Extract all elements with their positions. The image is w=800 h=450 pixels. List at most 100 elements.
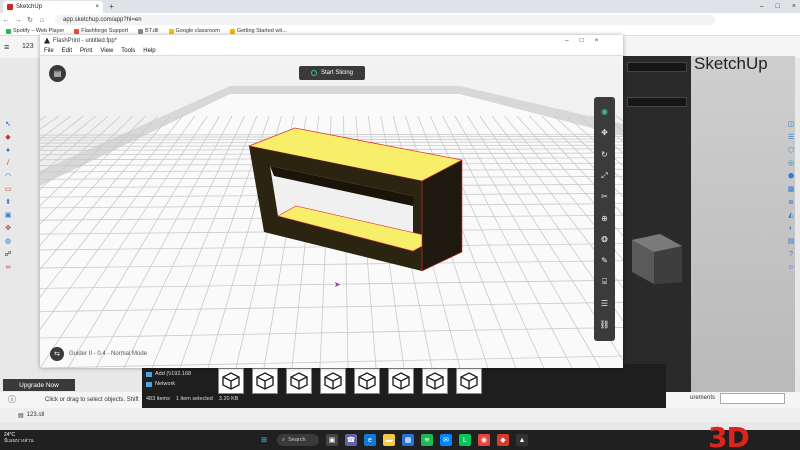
stl-file-thumbnail[interactable] [218, 368, 244, 394]
file-name[interactable]: 123.stl [27, 412, 45, 418]
menu-tools[interactable]: Tools [121, 48, 135, 54]
scale-icon[interactable]: ⤢ [594, 165, 615, 186]
store-icon[interactable]: ▦ [402, 434, 414, 446]
stl-file-thumbnail[interactable] [320, 368, 346, 394]
styles-icon[interactable]: ▦ [786, 185, 796, 195]
menu-help[interactable]: Help [143, 48, 155, 54]
display-icon[interactable]: ▤ [786, 237, 796, 247]
rotate-icon[interactable]: ↻ [594, 144, 615, 165]
url-input[interactable]: app.sketchup.com/app?hl=en [55, 15, 715, 25]
minimize-icon[interactable]: – [760, 3, 764, 10]
back-icon[interactable]: ← [0, 17, 12, 24]
paint-icon[interactable]: ● [3, 146, 13, 156]
stl-file-thumbnail[interactable] [422, 368, 448, 394]
file-tab: ▤ 123.stl [0, 408, 800, 422]
sketchup-favicon-icon [7, 4, 13, 10]
start-slicing-button[interactable]: Start Slicing [299, 66, 365, 80]
home-icon[interactable]: ⌂ [36, 17, 48, 24]
menu-view[interactable]: View [100, 48, 113, 54]
settings-icon[interactable]: ☰ [594, 293, 615, 314]
account-icon[interactable]: ☺ [786, 263, 796, 273]
instructor-icon[interactable]: ☰ [786, 133, 796, 143]
bookmark-item[interactable]: BT.dll [138, 28, 159, 34]
stl-file-thumbnail[interactable] [456, 368, 482, 394]
teams-icon[interactable]: ☎ [345, 434, 357, 446]
menu-file[interactable]: File [44, 48, 54, 54]
flashprint-icon[interactable]: ▲ [516, 434, 528, 446]
select-icon[interactable]: ↖ [3, 120, 13, 130]
nav-item[interactable]: Add (\\192.168 [146, 369, 212, 379]
glasses-icon[interactable]: ∞ [3, 263, 13, 273]
hamburger-menu-icon[interactable]: ≡ [4, 42, 9, 52]
color-icon[interactable]: ❂ [594, 229, 615, 250]
eraser-icon[interactable]: ◆ [3, 133, 13, 143]
window-title: FlashPrint - untitled.fpp* [53, 37, 118, 44]
maximize-icon[interactable]: □ [776, 3, 780, 10]
printer-connect-icon[interactable]: ⇆ [50, 347, 64, 361]
task-view-icon[interactable]: ▣ [326, 434, 338, 446]
stl-file-thumbnail[interactable] [354, 368, 380, 394]
close-icon[interactable]: × [595, 37, 599, 44]
edge-icon[interactable]: e [364, 434, 376, 446]
bookmark-item[interactable]: Google classroom [168, 28, 220, 34]
offset-icon[interactable]: ▣ [3, 211, 13, 221]
bookmark-item[interactable]: Getting Started wit... [229, 28, 287, 34]
bookmark-item[interactable]: Flashforge Support [74, 28, 128, 34]
rectangle-icon[interactable]: ▭ [3, 185, 13, 195]
cylinder-icon[interactable]: ⌸ [594, 271, 615, 292]
tape-icon[interactable]: ◍ [3, 237, 13, 247]
layers-icon[interactable]: ≣ [786, 198, 796, 208]
info-icon[interactable]: ⓘ [8, 394, 16, 405]
support-icon[interactable]: ⊕ [594, 207, 615, 228]
close-tab-icon[interactable]: × [95, 4, 99, 10]
taskbar-search[interactable]: ⌕ Search [277, 434, 319, 446]
reload-icon[interactable]: ↻ [24, 16, 36, 24]
arc-icon[interactable]: ◠ [3, 172, 13, 182]
line-icon[interactable]: / [3, 159, 13, 169]
forward-icon[interactable]: → [12, 17, 24, 24]
help-icon[interactable]: ? [786, 250, 796, 260]
scenes-icon[interactable]: ◭ [786, 211, 796, 221]
materials-icon[interactable]: ◎ [786, 159, 796, 169]
move-icon[interactable]: ✥ [594, 122, 615, 143]
eye-icon[interactable]: ◉ [594, 101, 615, 122]
measurements-input[interactable] [720, 393, 785, 404]
stl-file-thumbnail[interactable] [286, 368, 312, 394]
entity-info-icon[interactable]: ◫ [786, 120, 796, 130]
measurements-label: urements [690, 395, 716, 401]
print-bed-viewport[interactable] [40, 56, 623, 368]
tray-icon[interactable]: ⬡ [786, 146, 796, 156]
shadows-icon[interactable]: ◐ [786, 224, 796, 234]
menu-print[interactable]: Print [80, 48, 92, 54]
push-pull-icon[interactable]: ⬍ [3, 198, 13, 208]
maximize-icon[interactable]: □ [580, 37, 584, 44]
walk-icon[interactable]: ☍ [3, 250, 13, 260]
flashforge-icon [74, 28, 80, 34]
components-icon[interactable]: ⬢ [786, 172, 796, 182]
file-explorer-icon[interactable]: ▬ [383, 434, 395, 446]
stl-file-thumbnail[interactable] [388, 368, 414, 394]
sketchup-icon[interactable]: ◆ [497, 434, 509, 446]
close-icon[interactable]: × [792, 3, 796, 10]
network-drive-icon [146, 371, 152, 377]
weather-widget[interactable]: 24°C มีเมฆบางส่วน [4, 432, 34, 444]
nav-item[interactable]: Network [146, 379, 212, 389]
minimize-icon[interactable]: – [565, 37, 569, 44]
cut-icon[interactable]: ✂ [594, 186, 615, 207]
cube-icon [222, 372, 240, 390]
chrome-icon[interactable]: ◉ [478, 434, 490, 446]
move-icon[interactable]: ✥ [3, 224, 13, 234]
stl-file-thumbnail[interactable] [252, 368, 278, 394]
spotify-icon[interactable]: ≋ [421, 434, 433, 446]
line-icon[interactable]: L [459, 434, 471, 446]
windows-start-icon[interactable]: ⊞ [258, 434, 270, 446]
messenger-icon[interactable]: ✉ [440, 434, 452, 446]
link-icon[interactable]: ⛓ [594, 314, 615, 335]
file-menu-round-icon[interactable]: ▤ [49, 65, 66, 82]
bookmark-item[interactable]: Spotify – Web Player [6, 28, 64, 34]
new-tab-button[interactable]: + [106, 1, 117, 12]
menu-edit[interactable]: Edit [62, 48, 72, 54]
browser-tab-sketchup[interactable]: SketchUp × [3, 1, 103, 13]
brush-icon[interactable]: ✎ [594, 250, 615, 271]
upgrade-now-button[interactable]: Upgrade Now [3, 379, 75, 391]
